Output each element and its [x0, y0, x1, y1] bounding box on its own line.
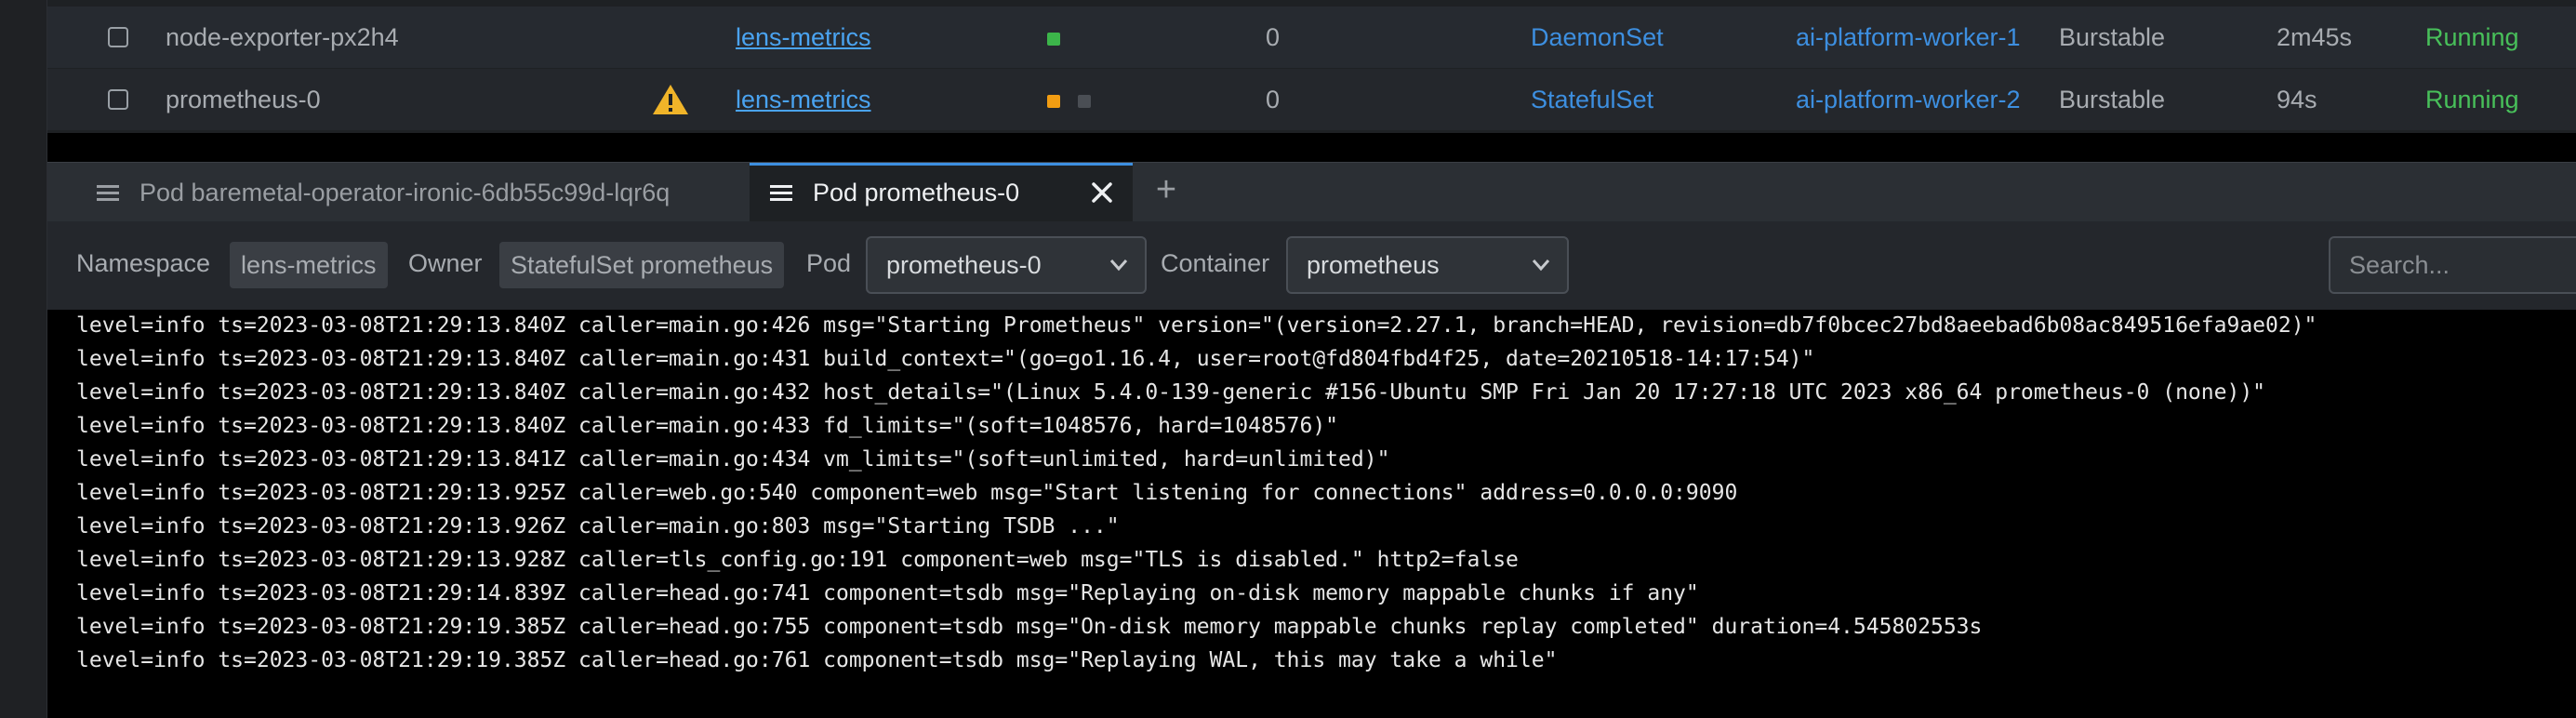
namespace-link[interactable]: lens-metrics — [736, 7, 871, 68]
log-output: level=info ts=2023-03-08T21:29:13.840Z c… — [47, 310, 2576, 718]
chevron-down-icon — [1109, 259, 1128, 272]
logs-icon — [97, 185, 119, 202]
warning-icon[interactable] — [652, 84, 689, 115]
tab-prometheus-logs[interactable]: Pod prometheus-0 — [750, 163, 1133, 222]
log-line: level=info ts=2023-03-08T21:29:19.385Z c… — [76, 648, 1558, 672]
close-icon[interactable] — [1090, 180, 1114, 205]
log-line: level=info ts=2023-03-08T21:29:13.840Z c… — [76, 313, 2317, 338]
tab-label: Pod baremetal-operator-ironic-6db55c99d-… — [139, 179, 671, 206]
status-badge: Running — [2425, 23, 2519, 51]
tab-baremetal-operator-logs[interactable]: Pod baremetal-operator-ironic-6db55c99d-… — [47, 163, 750, 222]
table-row[interactable]: prometheus-0 lens-metrics 0 StatefulSet … — [47, 69, 2576, 130]
log-line: level=info ts=2023-03-08T21:29:13.928Z c… — [76, 548, 1519, 572]
log-line: level=info ts=2023-03-08T21:29:13.840Z c… — [76, 347, 1815, 371]
container-label: Container — [1161, 249, 1270, 277]
log-line: level=info ts=2023-03-08T21:29:13.841Z c… — [76, 447, 1390, 472]
log-controls: Namespace lens-metrics Owner StatefulSet… — [47, 221, 2576, 310]
container-status-icon — [1047, 33, 1060, 46]
namespace-label: Namespace — [76, 249, 211, 277]
pod-name: prometheus-0 — [166, 86, 321, 113]
controlled-by-link[interactable]: DaemonSet — [1531, 7, 1664, 68]
table-row[interactable]: node-exporter-px2h4 lens-metrics 0 Daemo… — [47, 7, 2576, 68]
status-badge: Running — [2425, 86, 2519, 113]
owner-label: Owner — [408, 249, 483, 277]
node-link[interactable]: ai-platform-worker-2 — [1796, 69, 2021, 130]
container-status-icon — [1047, 95, 1060, 108]
log-line: level=info ts=2023-03-08T21:29:13.840Z c… — [76, 414, 1339, 438]
namespace-value: lens-metrics — [230, 242, 388, 288]
log-line: level=info ts=2023-03-08T21:29:13.840Z c… — [76, 380, 2266, 405]
search-input[interactable]: Search... — [2329, 236, 2576, 294]
new-tab-button[interactable]: + — [1152, 172, 1180, 207]
log-line: level=info ts=2023-03-08T21:29:13.925Z c… — [76, 481, 1738, 505]
container-select[interactable]: prometheus — [1286, 236, 1569, 294]
controlled-by-link[interactable]: StatefulSet — [1531, 69, 1653, 130]
container-select-value: prometheus — [1307, 251, 1440, 279]
logs-icon — [770, 185, 792, 202]
restarts-count: 0 — [1266, 86, 1281, 113]
tab-label: Pod prometheus-0 — [813, 179, 1020, 206]
dock-tab-bar: Pod baremetal-operator-ironic-6db55c99d-… — [47, 162, 2576, 222]
log-line: level=info ts=2023-03-08T21:29:19.385Z c… — [76, 615, 1983, 639]
qos-class: Burstable — [2059, 23, 2166, 51]
pod-name: node-exporter-px2h4 — [166, 23, 399, 51]
pod-age: 2m45s — [2277, 23, 2353, 51]
node-link[interactable]: ai-platform-worker-1 — [1796, 7, 2021, 68]
row-checkbox[interactable] — [108, 27, 128, 47]
log-line: level=info ts=2023-03-08T21:29:14.839Z c… — [76, 581, 1699, 605]
chevron-down-icon — [1532, 259, 1550, 272]
left-panel-strip — [0, 0, 47, 718]
owner-value: StatefulSet prometheus — [499, 242, 785, 288]
pod-select[interactable]: prometheus-0 — [866, 236, 1147, 294]
pod-age: 94s — [2277, 86, 2317, 113]
qos-class: Burstable — [2059, 86, 2166, 113]
row-checkbox[interactable] — [108, 89, 128, 110]
pod-select-value: prometheus-0 — [886, 251, 1042, 279]
namespace-link[interactable]: lens-metrics — [736, 69, 871, 130]
pod-label: Pod — [806, 249, 852, 277]
container-status-icon — [1078, 95, 1091, 108]
log-line: level=info ts=2023-03-08T21:29:13.926Z c… — [76, 514, 1120, 538]
restarts-count: 0 — [1266, 23, 1281, 51]
